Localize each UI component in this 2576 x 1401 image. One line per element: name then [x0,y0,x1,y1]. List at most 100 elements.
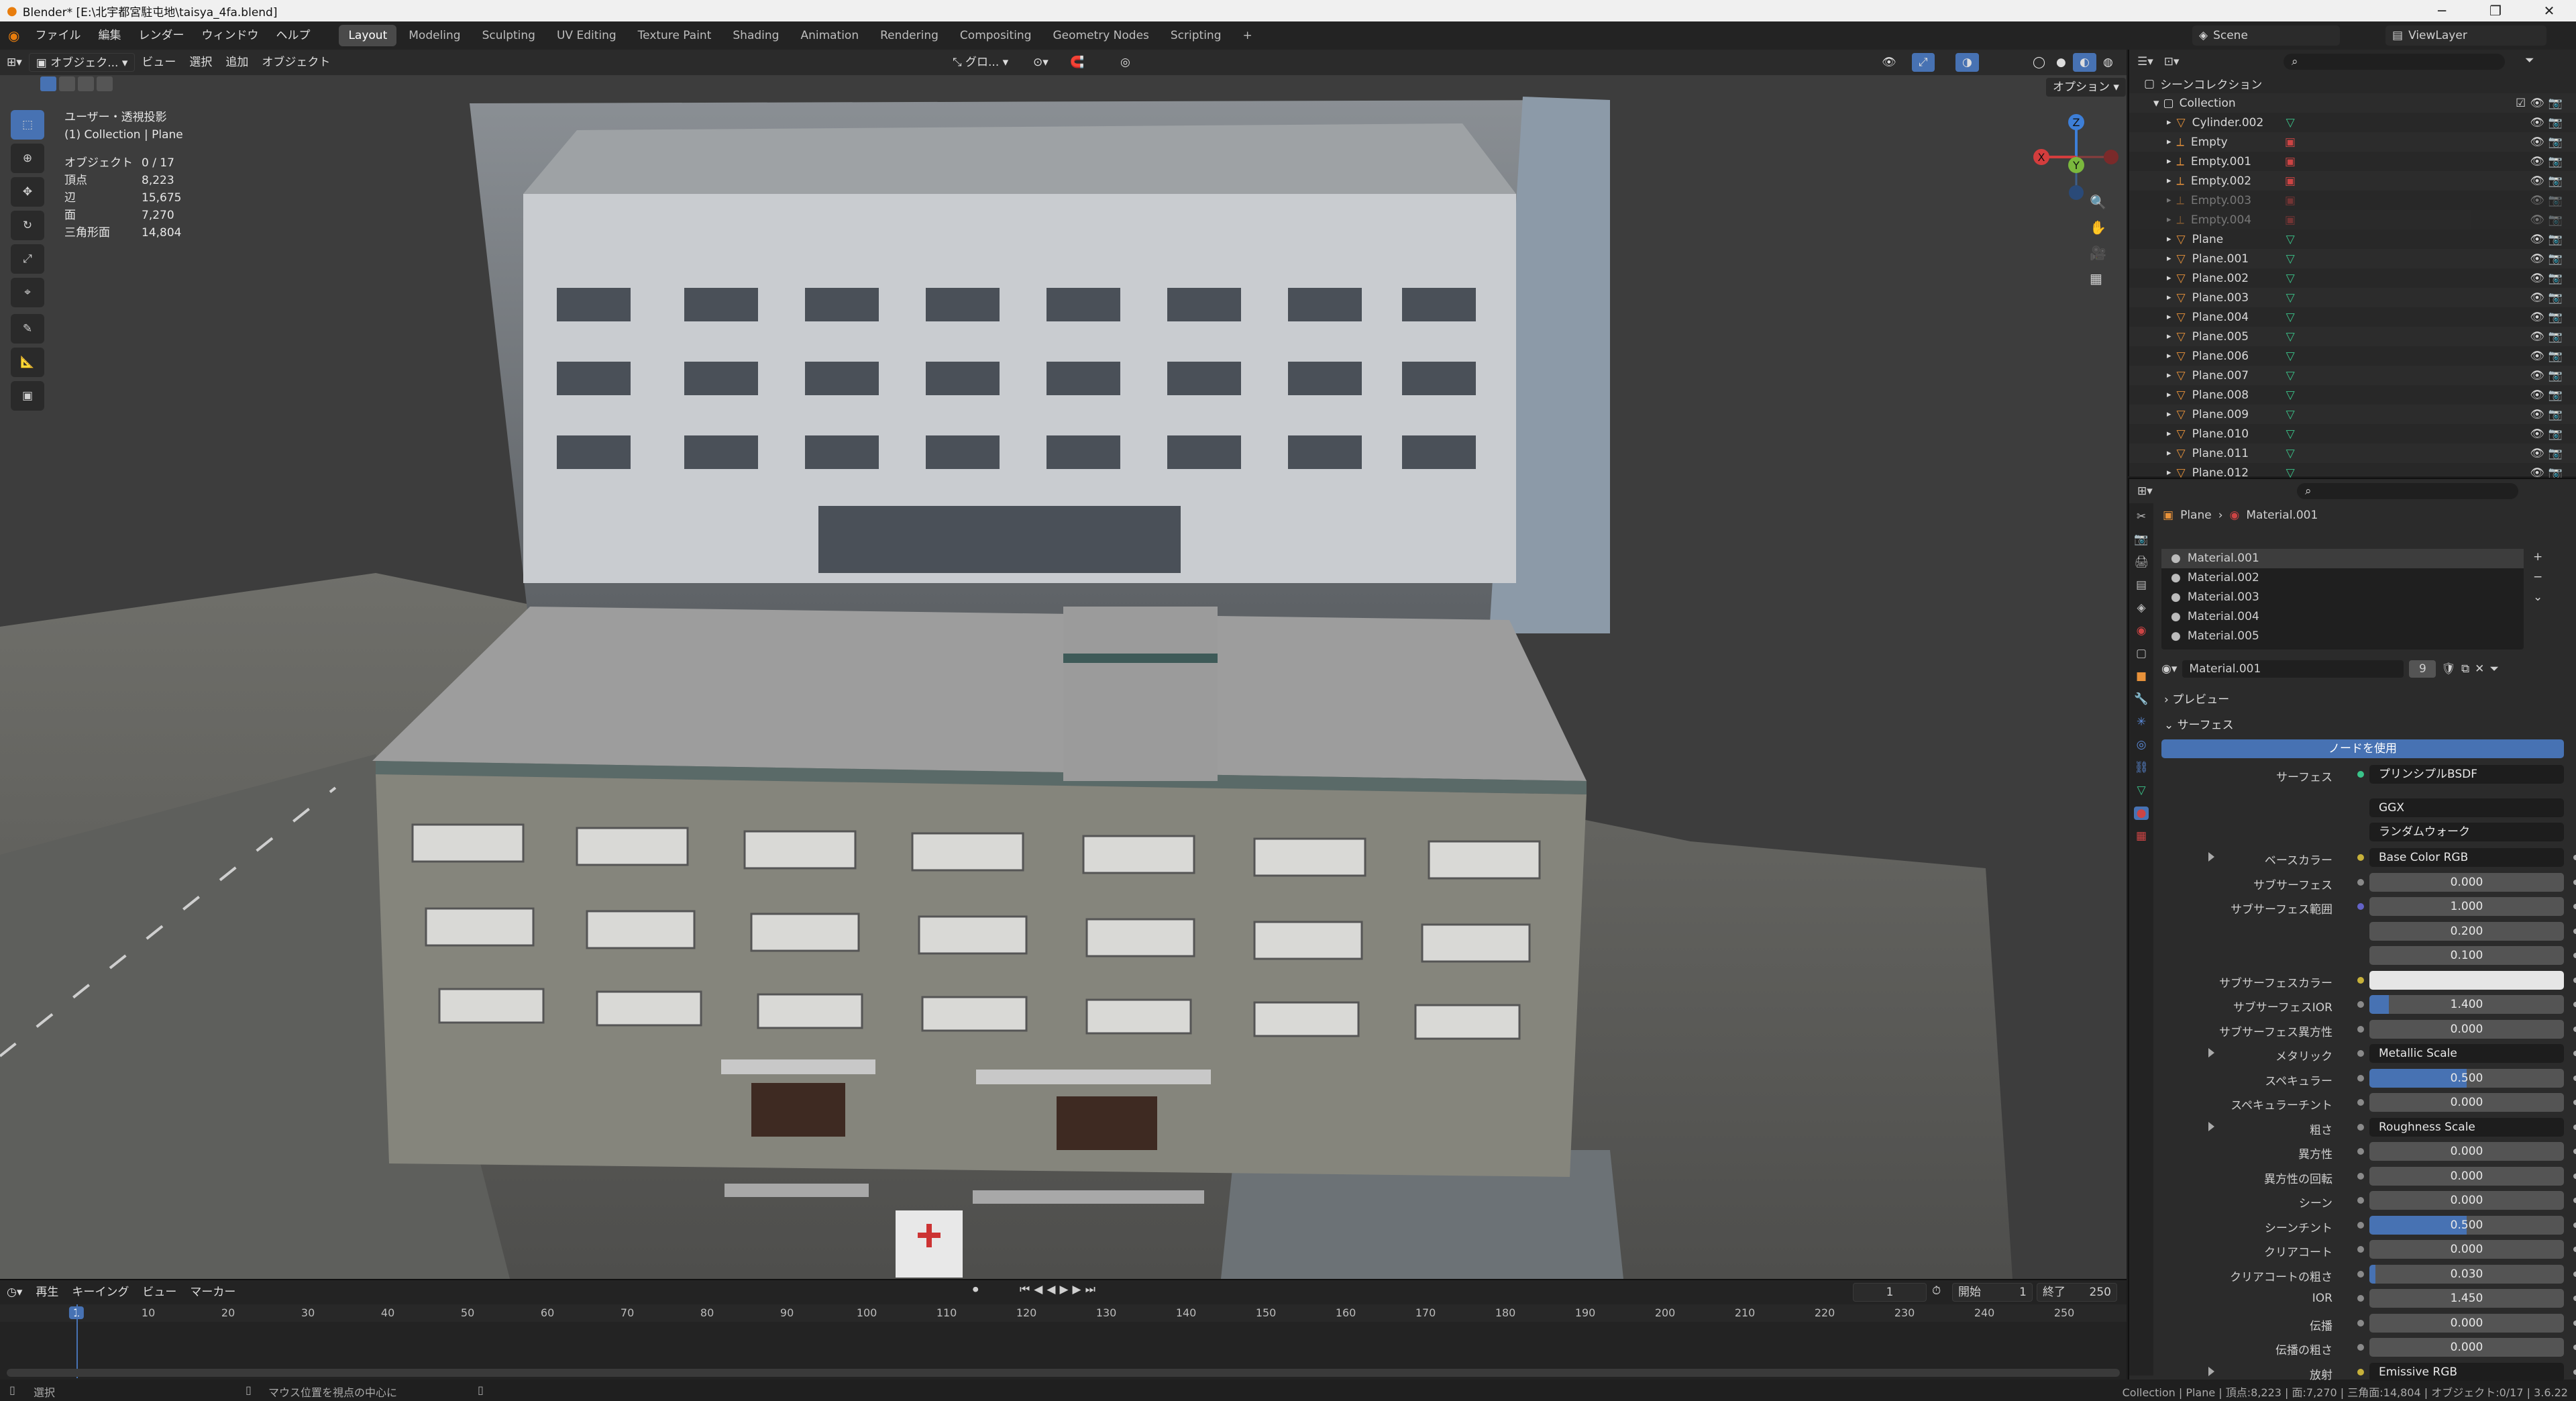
material-user-count[interactable]: 9 [2409,660,2436,678]
output-tab-icon[interactable]: 🖨 [2134,556,2149,569]
outliner-item[interactable]: ▸ ⟂ Empty.003 ▣ 👁📷 [2129,191,2576,210]
outliner-item[interactable]: ▸ ▽ Plane.011 ▽ 👁📷 [2129,444,2576,463]
material-slot-item[interactable]: ● Material.003 [2161,588,2524,607]
select-box-tool-icon[interactable]: ⬚ [11,110,44,140]
outliner-item[interactable]: ▸ ⟂ Empty ▣ 👁📷 [2129,132,2576,152]
link-filter-icon[interactable]: ⏷ [2489,662,2499,676]
snap-icon[interactable]: 🧲 [1063,53,1091,72]
transform-tool-icon[interactable]: ⌖ [11,278,44,307]
wireframe-shading-icon[interactable]: ◯ [2026,53,2052,72]
pan-hand-icon[interactable]: ✋ [2090,219,2106,236]
preview-panel-header[interactable]: › プレビュー [2164,690,2229,707]
color-swatch[interactable] [2369,970,2564,990]
rendered-shading-icon[interactable]: ◍ [2096,53,2120,72]
socket-icon[interactable] [2357,903,2364,910]
visibility-icon[interactable]: 👁 [1875,53,1903,72]
collection-toggles[interactable]: ☑👁📷 [2516,97,2567,110]
unlink-material-icon[interactable]: ✕ [2475,662,2484,676]
visibility-toggles[interactable]: 👁📷 [2530,252,2567,266]
shader-value-field[interactable]: 1.400 [2369,995,2564,1014]
keyframe-dot-icon[interactable] [2573,1345,2576,1350]
shader-value-field[interactable]: 0.200 [2369,921,2564,941]
keyframe-dot-icon[interactable] [2573,1296,2576,1301]
outliner-item[interactable]: ▸ ▽ Plane.006 ▽ 👁📷 [2129,346,2576,366]
outliner-item[interactable]: ▸ ▽ Plane.007 ▽ 👁📷 [2129,366,2576,385]
shader-value-field[interactable]: 1.450 [2369,1289,2564,1308]
camera-view-icon[interactable]: 🎥 [2090,245,2106,261]
playback-controls[interactable]: ⏮◀◀▶▶⏭ [1020,1283,1099,1296]
tab-compositing[interactable]: Compositing [951,25,1041,46]
socket-icon[interactable] [2357,1368,2364,1376]
object-menu[interactable]: オブジェクト [255,53,337,72]
start-frame-field[interactable]: 開始 1 [1952,1283,2033,1302]
expand-arrow-icon[interactable]: ▸ [2167,234,2171,244]
shader-value-field[interactable]: 0.000 [2369,1240,2564,1259]
surface-shader-field[interactable]: プリンシプルBSDF [2369,765,2564,784]
socket-icon[interactable] [2357,976,2364,984]
collection-tab-icon[interactable]: ▢ [2136,647,2147,660]
visibility-toggles[interactable]: 👁📷 [2530,136,2567,149]
tab-shading[interactable]: Shading [723,25,788,46]
expand-arrow-icon[interactable]: ▸ [2167,156,2171,166]
expand-arrow-icon[interactable]: ▸ [2167,429,2171,439]
keyframe-dot-icon[interactable] [2573,1173,2576,1179]
keyframe-dot-icon[interactable] [2573,1198,2576,1203]
menu-window[interactable]: ウィンドウ [193,21,267,50]
visibility-toggles[interactable]: 👁📷 [2530,330,2567,344]
outliner-item[interactable]: ▸ ▽ Plane.002 ▽ 👁📷 [2129,268,2576,288]
maximize-button[interactable]: ❐ [2469,0,2522,21]
socket-icon[interactable] [2357,878,2364,886]
visibility-toggles[interactable]: 👁📷 [2530,116,2567,129]
distribution-dropdown[interactable]: GGX [2369,798,2564,817]
linked-input-field[interactable]: Emissive RGB [2369,1362,2564,1381]
expand-arrow-icon[interactable]: ▸ [2167,254,2171,264]
keyframe-dot-icon[interactable] [2573,1247,2576,1252]
tab-texture-paint[interactable]: Texture Paint [629,25,721,46]
shader-value-field[interactable]: 0.500 [2369,1215,2564,1235]
keyframe-dot-icon[interactable] [2573,1149,2576,1154]
add-slot-button[interactable]: + [2533,550,2542,564]
outliner-item[interactable]: ▸ ⟂ Empty.004 ▣ 👁📷 [2129,210,2576,229]
select-subtract-icon[interactable] [78,76,94,91]
menu-file[interactable]: ファイル [26,21,89,50]
fake-user-icon[interactable]: 🛡 [2441,662,2456,676]
outliner-item[interactable]: ▸ ▽ Plane ▽ 👁📷 [2129,229,2576,249]
outliner-item[interactable]: ▸ ▽ Plane.005 ▽ 👁📷 [2129,327,2576,346]
playback-menu[interactable]: 再生 [29,1283,65,1302]
linked-input-field[interactable]: Roughness Scale [2369,1117,2564,1137]
expand-arrow-icon[interactable]: ▸ [2167,215,2171,225]
keyframe-dot-icon[interactable] [2573,1369,2576,1375]
menu-help[interactable]: ヘルプ [267,21,319,50]
material-slot-item[interactable]: ● Material.002 [2161,568,2524,588]
visibility-toggles[interactable]: 👁📷 [2530,447,2567,460]
select-invert-icon[interactable] [97,76,113,91]
socket-icon[interactable] [2357,1123,2364,1131]
expand-arrow-icon[interactable]: ▸ [2167,331,2171,342]
outliner-item[interactable]: ▸ ▽ Plane.009 ▽ 👁📷 [2129,405,2576,424]
record-icon[interactable]: ⏺ [973,1283,979,1296]
socket-icon[interactable] [2357,1295,2364,1302]
shader-value-field[interactable]: 0.000 [2369,1142,2564,1161]
modifier-tab-icon[interactable]: 🔧 [2134,692,2148,706]
3d-viewport[interactable]: ⊞▾ ▣ オブジェク... ▾ ビュー 選択 追加 オブジェクト ⤡ グロ...… [0,50,2127,1279]
transform-orientation-dropdown[interactable]: ⤡ グロ... ▾ [946,53,1015,72]
expand-arrow-icon[interactable] [2208,1048,2214,1057]
material-slot-item[interactable]: ● Material.005 [2161,627,2524,646]
timeline-editor[interactable]: ◷▾ 再生 キーイング ビュー マーカー ⏺ ⏮◀◀▶▶⏭ 1 ⏱ 開始 1 終了… [0,1279,2127,1380]
expand-arrow-icon[interactable]: ▸ [2167,176,2171,186]
socket-icon[interactable] [2357,1001,2364,1008]
outliner-item[interactable]: ▸ ▽ Plane.003 ▽ 👁📷 [2129,288,2576,307]
visibility-toggles[interactable]: 👁📷 [2530,388,2567,402]
scene-collection-row[interactable]: ▢ シーンコレクション [2129,74,2576,93]
keyframe-dot-icon[interactable] [2573,1026,2576,1032]
expand-arrow-icon[interactable]: ▸ [2167,448,2171,458]
socket-icon[interactable] [2357,1172,2364,1180]
playhead-line[interactable] [76,1304,78,1378]
menu-edit[interactable]: 編集 [89,21,129,50]
world-tab-icon[interactable]: ◉ [2137,624,2147,637]
outliner-item[interactable]: ▸ ⟂ Empty.002 ▣ 👁📷 [2129,171,2576,191]
shader-value-field[interactable]: 0.000 [2369,1338,2564,1357]
socket-icon[interactable] [2357,1197,2364,1204]
properties-editor[interactable]: ⊞▾ ⌕ ✂ 📷 🖨 ▤ ◈ ◉ ▢ ■ 🔧 ✳ ◎ ⛓ ▽ ● ▦ ▣ Pla… [2128,478,2576,1381]
collection-row[interactable]: ▾ ▢ Collection ☑👁📷 [2129,93,2576,113]
